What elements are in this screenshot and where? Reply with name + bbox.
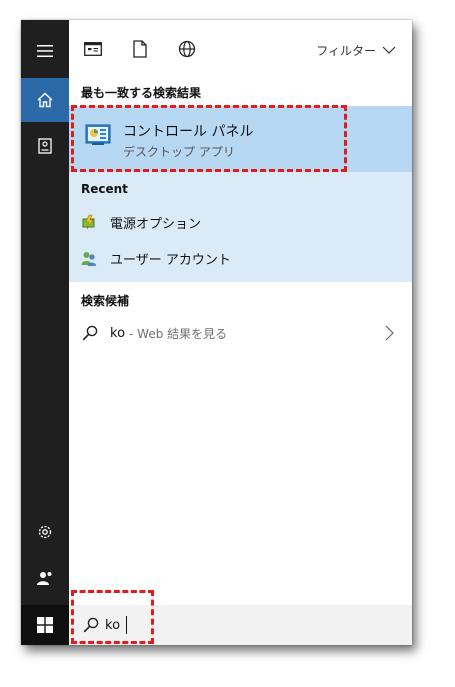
documents-icon	[38, 138, 52, 154]
chevron-right-icon[interactable]	[385, 325, 394, 341]
recent-item-power-options[interactable]: 電源オプション	[69, 206, 412, 238]
search-icon	[82, 325, 98, 341]
search-box[interactable]	[69, 605, 412, 645]
start-search-window: フィルター 最も一致する検索結果 コントロール パネル デスクトップ アプリ R…	[21, 20, 412, 645]
settings-button[interactable]	[21, 510, 69, 554]
search-icon	[83, 617, 99, 633]
filter-dropdown[interactable]: フィルター	[316, 40, 396, 60]
web-suggestion-item[interactable]: ko - Web 結果を見る	[69, 317, 412, 349]
apps-filter-button[interactable]	[82, 38, 104, 60]
globe-icon	[178, 40, 196, 58]
text-caret	[126, 616, 127, 634]
best-match-type: デスクトップ アプリ	[123, 145, 235, 159]
start-button[interactable]	[21, 605, 69, 645]
recent-section: Recent 電源オプション ユーザー アカウント	[69, 172, 412, 282]
menu-button[interactable]	[21, 29, 69, 73]
best-match-result[interactable]: コントロール パネル デスクトップ アプリ	[69, 106, 412, 172]
hamburger-menu-icon	[37, 45, 53, 57]
best-match-name: コントロール パネル	[123, 124, 254, 140]
best-match-heading: 最も一致する検索結果	[81, 86, 202, 100]
left-rail	[21, 20, 69, 645]
recent-heading: Recent	[81, 182, 128, 196]
suggestion-suffix: - Web 結果を見る	[129, 326, 228, 341]
search-results-panel: フィルター 最も一致する検索結果 コントロール パネル デスクトップ アプリ R…	[69, 20, 412, 645]
search-toolbar: フィルター	[69, 20, 412, 76]
home-icon	[37, 92, 53, 108]
power-options-icon	[82, 214, 95, 230]
recent-item-user-accounts[interactable]: ユーザー アカウント	[69, 242, 412, 274]
home-button[interactable]	[21, 78, 69, 122]
apps-icon	[84, 42, 102, 56]
recent-item-label: 電源オプション	[110, 216, 202, 232]
search-input[interactable]	[105, 615, 385, 635]
document-icon	[133, 40, 147, 58]
documents-filter-button[interactable]	[129, 38, 151, 60]
user-accounts-icon	[81, 252, 97, 266]
documents-button[interactable]	[21, 124, 69, 168]
windows-start-icon	[37, 617, 53, 633]
chevron-down-icon	[382, 46, 396, 54]
suggestion-query: ko	[110, 325, 126, 341]
web-filter-button[interactable]	[176, 38, 198, 60]
people-icon	[37, 572, 52, 585]
suggestions-heading: 検索候補	[81, 294, 130, 308]
filter-label: フィルター	[316, 43, 376, 58]
gear-icon	[38, 525, 52, 539]
account-button[interactable]	[21, 556, 69, 600]
recent-item-label: ユーザー アカウント	[110, 252, 231, 268]
control-panel-icon	[85, 124, 111, 145]
